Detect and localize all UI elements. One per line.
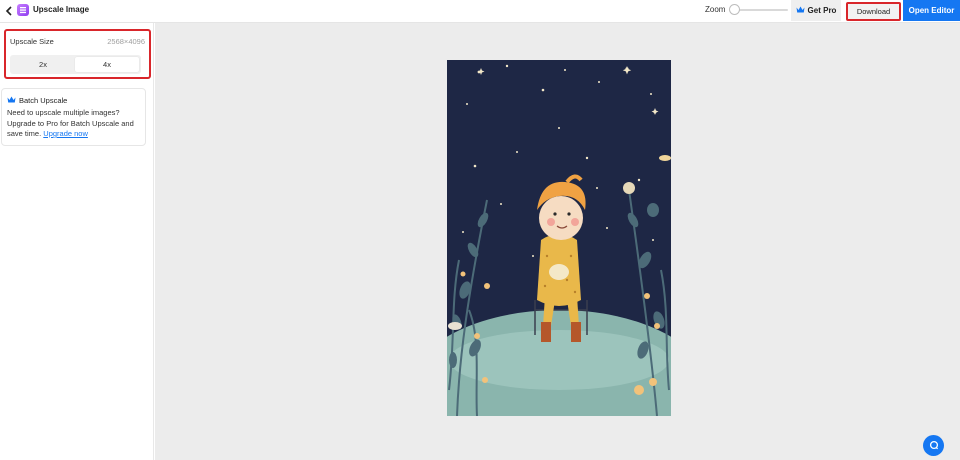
page-title: Upscale Image bbox=[33, 5, 90, 14]
open-editor-button[interactable]: Open Editor bbox=[903, 0, 960, 21]
upscale-option-2x[interactable]: 2x bbox=[12, 57, 74, 72]
preview-image[interactable] bbox=[447, 60, 671, 416]
sidebar-panel: Upscale Size 2568×4096 2x 4x Batch Upsca… bbox=[0, 23, 154, 460]
zoom-slider-thumb[interactable] bbox=[729, 4, 740, 15]
help-chat-button[interactable] bbox=[923, 435, 944, 456]
chat-bubble-icon bbox=[929, 437, 939, 455]
batch-upscale-title: Batch Upscale bbox=[19, 96, 68, 105]
upscale-size-value: 2568×4096 bbox=[107, 37, 145, 46]
crown-icon bbox=[7, 96, 16, 105]
download-button[interactable]: Download bbox=[846, 2, 901, 21]
get-pro-label: Get Pro bbox=[807, 6, 837, 15]
app-logo-icon bbox=[17, 4, 29, 16]
top-bar: Upscale Image Zoom Get Pro Download Open… bbox=[0, 0, 960, 23]
upgrade-now-link[interactable]: Upgrade now bbox=[43, 129, 88, 138]
upscale-size-label: Upscale Size bbox=[10, 37, 54, 46]
batch-upscale-header: Batch Upscale bbox=[7, 96, 67, 105]
batch-upscale-description: Need to upscale multiple images? Upgrade… bbox=[7, 108, 143, 140]
zoom-slider-track[interactable] bbox=[736, 9, 788, 11]
image-canvas bbox=[155, 23, 960, 460]
crown-icon bbox=[796, 6, 805, 15]
upscale-size-section: Upscale Size 2568×4096 2x 4x bbox=[4, 29, 151, 79]
batch-upscale-card: Batch Upscale Need to upscale multiple i… bbox=[1, 88, 146, 146]
back-chevron-icon[interactable] bbox=[3, 4, 15, 18]
get-pro-button[interactable]: Get Pro bbox=[791, 0, 841, 21]
zoom-label: Zoom bbox=[705, 5, 726, 14]
upscale-option-4x[interactable]: 4x bbox=[75, 57, 139, 72]
upscale-size-selector: 2x 4x bbox=[10, 55, 141, 74]
